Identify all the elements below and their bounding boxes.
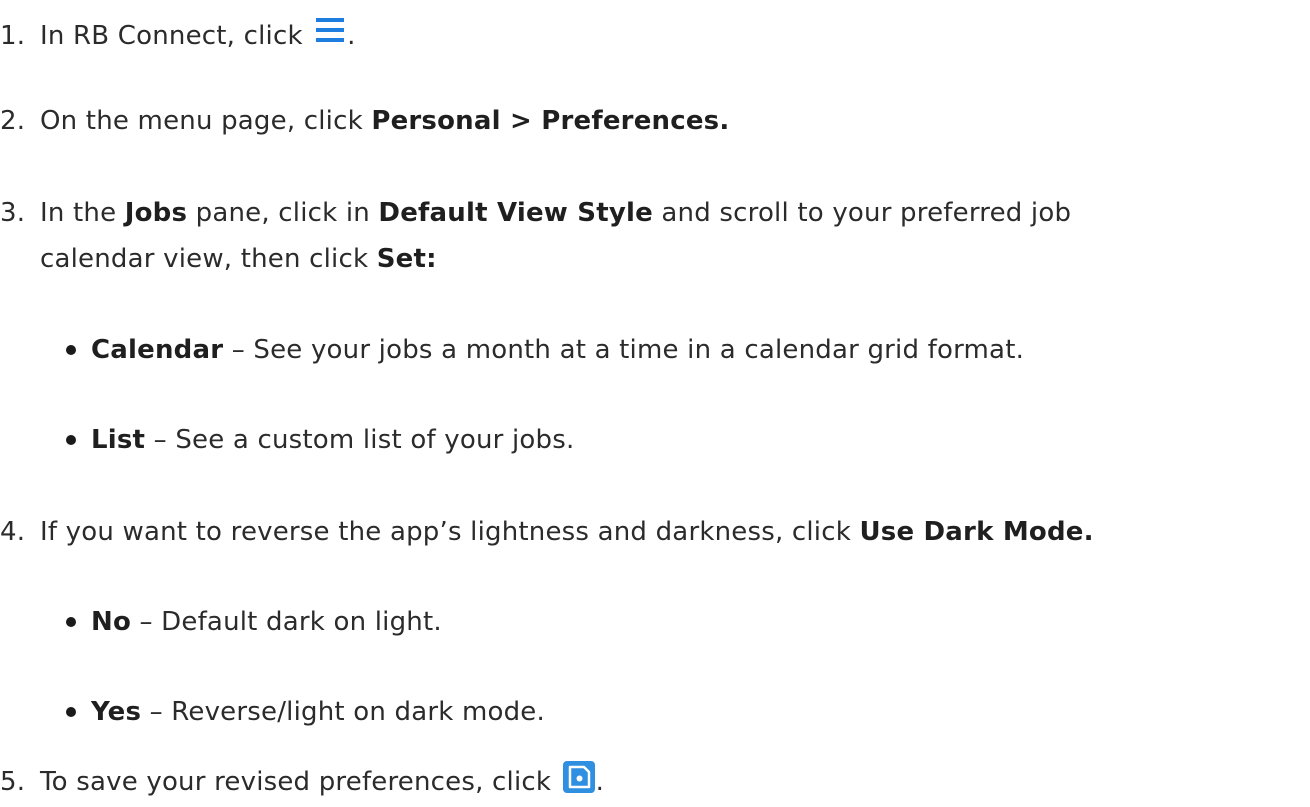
step-5: 5. To save your revised preferences, clic… bbox=[0, 760, 604, 798]
step-number: 5. bbox=[0, 767, 26, 797]
bullet-dot bbox=[66, 345, 76, 355]
step-4: 4. If you want to reverse the app’s light… bbox=[0, 517, 1094, 548]
step-text-end: . bbox=[347, 21, 356, 51]
step-text: and scroll to your preferred job bbox=[652, 198, 1072, 228]
bullet-text: – See your jobs a month at a time in a c… bbox=[223, 335, 1025, 365]
step-1: 1. In RB Connect, click . bbox=[0, 14, 356, 52]
step-text: If you want to reverse the app’s lightne… bbox=[40, 517, 860, 547]
bullet-dot bbox=[66, 617, 76, 627]
step-3-continued: calendar view, then click Set: bbox=[40, 244, 437, 275]
step-text-end: . bbox=[595, 767, 605, 797]
step-number: 3. bbox=[0, 198, 26, 228]
step-number: 4. bbox=[0, 517, 26, 547]
bullet-calendar: Calendar – See your jobs a month at a ti… bbox=[66, 335, 1025, 366]
step-2: 2. On the menu page, click Personal > Pre… bbox=[0, 106, 729, 137]
step-3: 3. In the Jobs pane, click in Default Vie… bbox=[0, 198, 1071, 229]
bullet-dot bbox=[66, 435, 76, 445]
bullet-term: Yes bbox=[91, 697, 142, 727]
bullet-list: List – See a custom list of your jobs. bbox=[66, 425, 575, 456]
step-text: In RB Connect, click bbox=[40, 21, 312, 51]
step-text: In the bbox=[40, 198, 125, 228]
step-text: pane, click in bbox=[187, 198, 379, 228]
step-text: calendar view, then click bbox=[40, 244, 377, 274]
step-number: 2. bbox=[0, 106, 26, 136]
bullet-text: – Default dark on light. bbox=[131, 607, 442, 637]
bullet-dot bbox=[66, 707, 76, 717]
save-icon bbox=[562, 760, 596, 794]
menu-icon bbox=[313, 14, 347, 48]
step-number: 1. bbox=[0, 21, 26, 51]
use-dark-mode-label: Use Dark Mode. bbox=[859, 517, 1094, 547]
jobs-pane-label: Jobs bbox=[124, 198, 188, 228]
bullet-text: – See a custom list of your jobs. bbox=[145, 425, 575, 455]
bullet-term: List bbox=[91, 425, 146, 455]
bullet-no: No – Default dark on light. bbox=[66, 607, 442, 638]
menu-path: Personal > Preferences. bbox=[371, 106, 730, 136]
default-view-style-label: Default View Style bbox=[378, 198, 653, 228]
bullet-term: Calendar bbox=[91, 335, 224, 365]
step-text: On the menu page, click bbox=[40, 106, 372, 136]
bullet-yes: Yes – Reverse/light on dark mode. bbox=[66, 697, 545, 728]
bullet-term: No bbox=[91, 607, 132, 637]
bullet-text: – Reverse/light on dark mode. bbox=[141, 697, 545, 727]
set-label: Set: bbox=[376, 244, 437, 274]
step-text: To save your revised preferences, click bbox=[40, 767, 560, 797]
